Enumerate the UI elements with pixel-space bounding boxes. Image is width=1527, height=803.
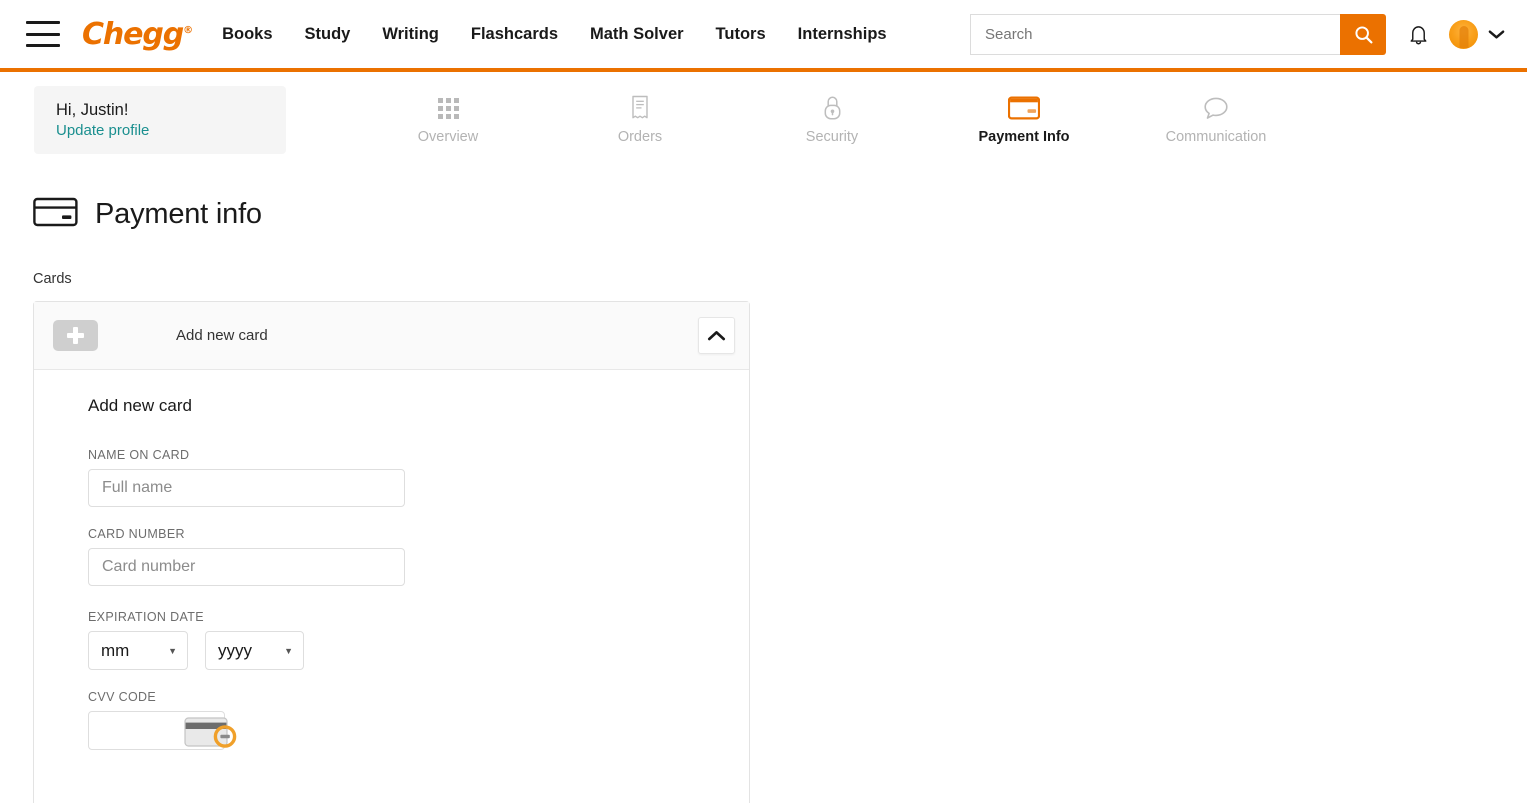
tab-overview-label: Overview [418,129,478,145]
collapse-toggle-button[interactable] [698,317,735,354]
nav-item-study[interactable]: Study [305,25,351,44]
tab-payment-info-label: Payment Info [978,129,1069,145]
cvv-code-input[interactable] [88,711,225,750]
expiration-month-select[interactable]: mm [88,631,188,670]
greeting-text: Hi, Justin! [56,99,286,121]
bell-icon [1408,23,1429,46]
search-input[interactable] [970,14,1340,55]
nav-item-writing[interactable]: Writing [382,25,439,44]
page-title: Payment info [33,196,1527,233]
greeting-card: Hi, Justin! Update profile [34,86,286,154]
tab-security[interactable]: Security [736,95,928,145]
registered-mark: ® [183,25,192,36]
account-menu-button[interactable] [1488,29,1505,40]
expiration-year-select[interactable]: yyyy [205,631,304,670]
user-avatar[interactable] [1449,20,1478,49]
card-number-input[interactable] [88,548,405,586]
tab-orders[interactable]: Orders [544,95,736,145]
search-icon [1353,24,1374,45]
name-on-card-input[interactable] [88,469,405,507]
nav-item-books[interactable]: Books [222,25,272,44]
update-profile-link[interactable]: Update profile [56,122,149,139]
tab-overview[interactable]: Overview [352,95,544,145]
tab-payment-info[interactable]: Payment Info [928,95,1120,145]
tab-communication-label: Communication [1166,129,1267,145]
tab-communication[interactable]: Communication [1120,95,1312,145]
chegg-logo[interactable]: Chegg® [82,17,192,52]
page-title-text: Payment info [95,198,262,231]
chat-bubble-icon [1203,95,1229,121]
lock-icon [823,95,842,121]
tab-orders-label: Orders [618,129,662,145]
cards-section-label: Cards [33,271,1527,287]
expiration-month-wrapper: mm ▼ [88,631,188,670]
name-on-card-label: NAME ON CARD [88,448,749,462]
nav-item-flashcards[interactable]: Flashcards [471,25,558,44]
receipt-icon [630,95,650,121]
brand-text: Chegg [82,17,183,52]
credit-card-icon [1008,95,1040,121]
cvv-code-label: CVV CODE [88,690,749,704]
search-area [970,14,1505,55]
field-name-on-card: NAME ON CARD [88,448,749,507]
hamburger-menu-icon[interactable] [26,21,60,47]
main-content: Payment info Cards Add new card Add new … [0,168,1527,803]
nav-item-math-solver[interactable]: Math Solver [590,25,684,44]
card-number-label: CARD NUMBER [88,527,749,541]
chevron-up-icon [707,329,726,342]
account-subnav: Hi, Justin! Update profile Overview Orde… [0,72,1527,168]
grid-icon [438,95,459,121]
plus-icon[interactable] [53,320,98,351]
field-expiration-date: EXPIRATION DATE mm ▼ yyyy ▼ [88,610,749,670]
subnav-tabs: Overview Orders [352,95,1312,145]
nav-item-tutors[interactable]: Tutors [716,25,766,44]
top-header: Chegg® Books Study Writing Flashcards Ma… [0,0,1527,72]
primary-nav: Books Study Writing Flashcards Math Solv… [222,25,887,44]
form-title: Add new card [88,396,749,416]
field-cvv-code: CVV CODE [88,690,749,750]
search-button[interactable] [1340,14,1386,55]
expiration-year-wrapper: yyyy ▼ [205,631,304,670]
field-card-number: CARD NUMBER [88,527,749,586]
add-new-card-header-title: Add new card [176,327,268,344]
nav-item-internships[interactable]: Internships [798,25,887,44]
credit-card-icon [33,196,78,233]
expiration-date-label: EXPIRATION DATE [88,610,749,624]
tab-security-label: Security [806,129,858,145]
notifications-button[interactable] [1408,23,1429,46]
chevron-down-icon [1488,29,1505,40]
add-new-card-form: Add new card NAME ON CARD CARD NUMBER EX… [34,370,749,803]
add-new-card-panel: Add new card Add new card NAME ON CARD C… [33,301,750,803]
add-new-card-header[interactable]: Add new card [34,302,749,370]
